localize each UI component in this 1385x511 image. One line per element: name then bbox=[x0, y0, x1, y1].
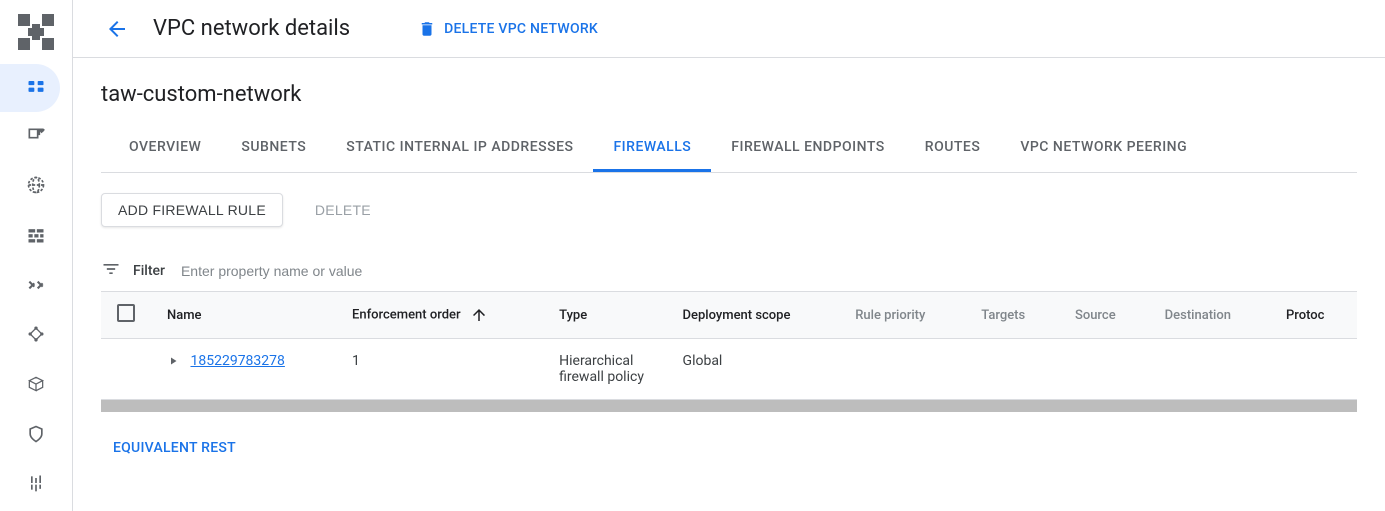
expand-row-toggle[interactable] bbox=[167, 355, 179, 367]
cell-destination bbox=[1149, 339, 1270, 400]
col-enforcement-order[interactable]: Enforcement order bbox=[336, 292, 543, 339]
firewall-table: Name Enforcement order Type Deployment s… bbox=[101, 291, 1357, 412]
col-targets[interactable]: Targets bbox=[965, 292, 1059, 339]
cell-source bbox=[1059, 339, 1149, 400]
cell-rule-priority bbox=[839, 339, 965, 400]
main-sidebar bbox=[0, 0, 73, 511]
page-title: VPC network details bbox=[153, 16, 350, 41]
tab-overview[interactable]: OVERVIEW bbox=[101, 125, 221, 172]
product-logo-icon bbox=[12, 8, 60, 56]
external-ip-icon bbox=[26, 126, 46, 150]
add-firewall-rule-button[interactable]: ADD FIREWALL RULE bbox=[101, 193, 283, 227]
col-source[interactable]: Source bbox=[1059, 292, 1149, 339]
filter-input[interactable] bbox=[177, 259, 1357, 283]
tab-firewall-endpoints[interactable]: FIREWALL ENDPOINTS bbox=[711, 125, 904, 172]
cell-protocols bbox=[1270, 339, 1357, 400]
page-header: VPC network details DELETE VPC NETWORK bbox=[73, 0, 1385, 58]
peering-icon bbox=[26, 324, 46, 348]
tab-firewalls[interactable]: FIREWALLS bbox=[593, 125, 711, 172]
back-button[interactable] bbox=[97, 9, 137, 49]
tab-vpc-network-peering[interactable]: VPC NETWORK PEERING bbox=[1000, 125, 1207, 172]
col-destination[interactable]: Destination bbox=[1149, 292, 1270, 339]
sidebar-item-vpc-networks[interactable] bbox=[0, 64, 60, 112]
col-name[interactable]: Name bbox=[151, 292, 336, 339]
tab-routes[interactable]: ROUTES bbox=[905, 125, 1001, 172]
firewall-icon bbox=[26, 225, 46, 249]
horizontal-scrollbar[interactable] bbox=[101, 400, 1357, 412]
filter-bar: Filter bbox=[101, 251, 1357, 291]
firewall-policy-link[interactable]: 185229783278 bbox=[190, 353, 284, 369]
delete-vpc-network-button[interactable]: DELETE VPC NETWORK bbox=[406, 12, 610, 46]
shared-vpc-icon bbox=[26, 374, 46, 398]
actions-row: ADD FIREWALL RULE DELETE bbox=[101, 193, 1357, 227]
routes-icon bbox=[26, 275, 46, 299]
cell-type: Hierarchical firewall policy bbox=[543, 339, 666, 400]
sidebar-item-peering[interactable] bbox=[12, 312, 60, 360]
trash-icon bbox=[418, 20, 436, 38]
cell-deployment-scope: Global bbox=[667, 339, 840, 400]
cell-enforcement-order: 1 bbox=[336, 339, 543, 400]
sidebar-item-byoip[interactable] bbox=[12, 163, 60, 211]
network-name-heading: taw-custom-network bbox=[101, 82, 1357, 107]
dns-icon bbox=[26, 473, 46, 497]
sidebar-item-routes[interactable] bbox=[12, 263, 60, 311]
delete-vpc-label: DELETE VPC NETWORK bbox=[444, 21, 598, 37]
equivalent-rest-link[interactable]: EQUIVALENT REST bbox=[101, 440, 1357, 456]
table-row: 185229783278 1 Hierarchical firewall pol… bbox=[101, 339, 1357, 400]
col-rule-priority[interactable]: Rule priority bbox=[839, 292, 965, 339]
sort-asc-icon bbox=[470, 306, 488, 324]
tabs-container: OVERVIEW SUBNETS STATIC INTERNAL IP ADDR… bbox=[101, 125, 1357, 173]
cell-targets bbox=[965, 339, 1059, 400]
col-protocols[interactable]: Protoc bbox=[1270, 292, 1357, 339]
arrow-back-icon bbox=[105, 17, 129, 41]
filter-label: Filter bbox=[133, 263, 165, 279]
vpc-network-icon bbox=[26, 76, 46, 100]
col-deployment-scope[interactable]: Deployment scope bbox=[667, 292, 840, 339]
filter-icon bbox=[101, 259, 121, 283]
serverless-icon bbox=[26, 424, 46, 448]
sidebar-item-dns[interactable] bbox=[12, 461, 60, 509]
globe-icon bbox=[26, 175, 46, 199]
tab-static-internal-ip[interactable]: STATIC INTERNAL IP ADDRESSES bbox=[326, 125, 593, 172]
col-type[interactable]: Type bbox=[543, 292, 666, 339]
sidebar-item-shared-vpc[interactable] bbox=[12, 362, 60, 410]
sidebar-item-firewall[interactable] bbox=[12, 213, 60, 261]
tab-subnets[interactable]: SUBNETS bbox=[221, 125, 326, 172]
table-header-row: Name Enforcement order Type Deployment s… bbox=[101, 292, 1357, 339]
sidebar-item-serverless[interactable] bbox=[12, 412, 60, 460]
delete-button: DELETE bbox=[299, 194, 387, 226]
select-all-checkbox[interactable] bbox=[117, 304, 135, 322]
sidebar-item-external-ip[interactable] bbox=[12, 114, 60, 162]
